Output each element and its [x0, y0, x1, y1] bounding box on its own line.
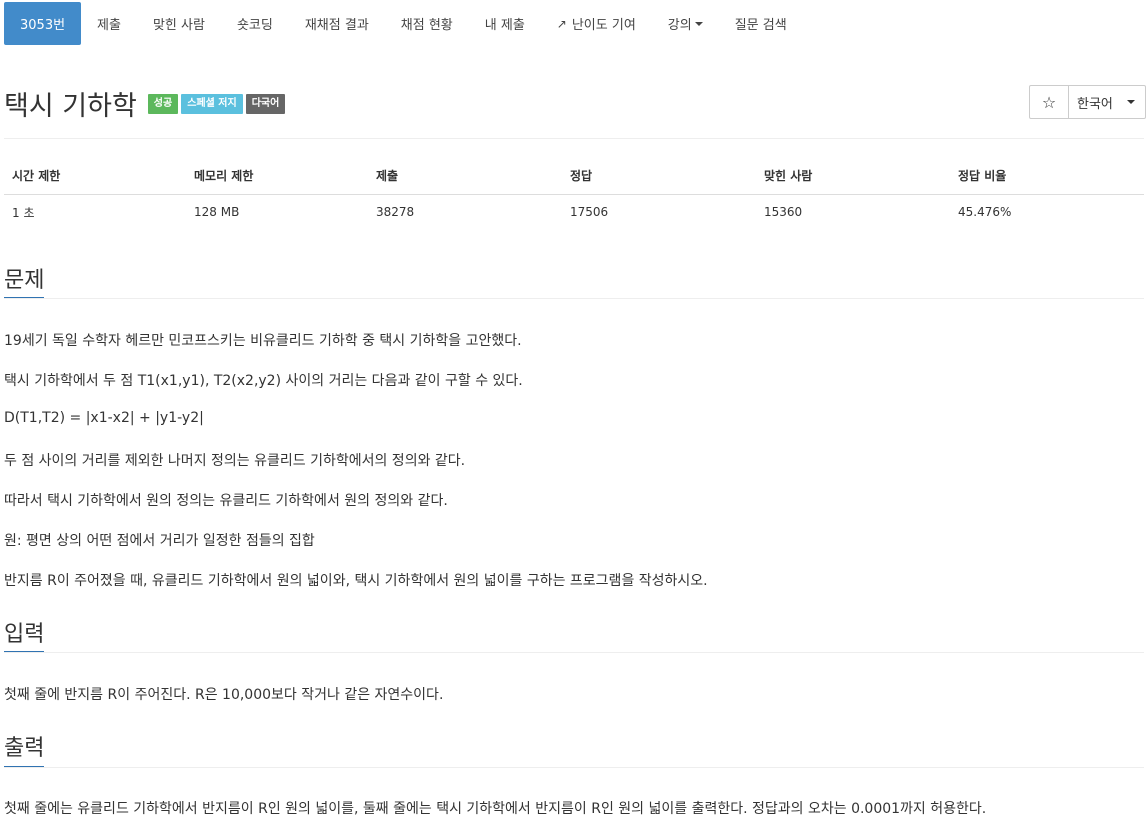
problem-paragraph: 따라서 택시 기하학에서 원의 정의는 유클리드 기하학에서 원의 정의와 같다… — [4, 493, 448, 509]
header-memory-limit: 메모리 제한 — [186, 158, 368, 195]
external-link-icon: ↗ — [556, 16, 567, 31]
tab-submit[interactable]: 제출 — [81, 2, 137, 45]
tab-question-search[interactable]: 질문 검색 — [719, 2, 803, 45]
input-paragraph: 첫째 줄에 반지름 R이 주어진다. R은 10,000보다 작거나 같은 자연… — [4, 687, 444, 703]
output-section-heading: 출력 — [4, 736, 45, 761]
solvers-value: 15360 — [764, 205, 803, 220]
problem-section-heading: 문제 — [4, 268, 45, 293]
output-paragraph: 첫째 줄에는 유클리드 기하학에서 반지름이 R인 원의 넓이를, 둘째 줄에는… — [4, 801, 987, 817]
header-solvers: 맞힌 사람 — [756, 158, 950, 195]
problem-paragraph: 19세기 독일 수학자 헤르만 민코프스키는 비유클리드 기하학 중 택시 기하… — [4, 333, 522, 349]
tab-my-submissions[interactable]: 내 제출 — [469, 2, 541, 45]
success-badge: 성공 — [147, 93, 179, 114]
header-accepted: 정답 — [562, 158, 756, 195]
language-label: 한국어 — [1077, 96, 1113, 112]
header-submissions: 제출 — [368, 158, 562, 195]
tab-solvers[interactable]: 맞힌 사람 — [137, 2, 221, 45]
tab-lectures-dropdown[interactable]: 강의 — [652, 2, 719, 45]
memory-limit-value: 128 MB — [194, 205, 240, 220]
table-header-row: 시간 제한 메모리 제한 제출 정답 맞힌 사람 정답 비율 — [4, 158, 1144, 195]
special-judge-badge: 스페셜 저지 — [181, 93, 243, 114]
tab-difficulty-label: 난이도 기여 — [571, 18, 636, 33]
tab-problem-number[interactable]: 3053번 — [4, 2, 82, 45]
tab-judge-status[interactable]: 채점 현황 — [385, 2, 469, 45]
multilang-badge[interactable]: 다국어 — [245, 93, 286, 114]
tab-short-coding[interactable]: 숏코딩 — [221, 2, 289, 45]
divider — [4, 652, 1144, 653]
caret-down-icon — [694, 21, 703, 26]
tab-lectures-label: 강의 — [667, 18, 692, 33]
table-row: 1 초 128 MB 38278 17506 15360 45.476% — [4, 194, 1144, 230]
tab-rejudge-results[interactable]: 재채점 결과 — [289, 2, 385, 45]
tab-difficulty-contribution[interactable]: ↗ 난이도 기여 — [541, 2, 652, 45]
caret-down-icon — [1127, 100, 1135, 104]
star-button[interactable]: ☆ — [1030, 86, 1069, 118]
accept-ratio-value: 45.476% — [958, 205, 1012, 220]
problem-paragraph: 두 점 사이의 거리를 제외한 나머지 정의는 유클리드 기하학에서의 정의와 … — [4, 453, 466, 469]
problem-actions: ☆ 한국어 — [1029, 85, 1146, 119]
problem-paragraph: 원: 평면 상의 어떤 점에서 거리가 일정한 점들의 집합 — [4, 533, 315, 549]
star-icon: ☆ — [1041, 92, 1057, 112]
problem-nav-tabs: 3053번 제출 맞힌 사람 숏코딩 재채점 결과 채점 현황 내 제출 ↗ 난… — [4, 2, 803, 45]
divider — [4, 767, 1144, 768]
divider — [4, 298, 1144, 299]
language-select[interactable]: 한국어 — [1069, 86, 1145, 118]
header-accept-ratio: 정답 비율 — [950, 158, 1144, 195]
submissions-value: 38278 — [376, 205, 415, 220]
problem-info-table: 시간 제한 메모리 제한 제출 정답 맞힌 사람 정답 비율 1 초 128 M… — [4, 158, 1144, 230]
time-limit-value: 1 초 — [12, 205, 35, 220]
problem-formula: D(T1,T2) = |x1-x2| + |y1-y2| — [4, 410, 204, 426]
problem-title-row: 택시 기하학 성공 스페셜 저지 다국어 — [4, 84, 286, 123]
divider — [4, 138, 1144, 139]
header-time-limit: 시간 제한 — [4, 158, 186, 195]
problem-paragraph: 반지름 R이 주어졌을 때, 유클리드 기하학에서 원의 넓이와, 택시 기하학… — [4, 573, 708, 589]
problem-paragraph: 택시 기하학에서 두 점 T1(x1,y1), T2(x2,y2) 사이의 거리… — [4, 373, 523, 389]
input-section-heading: 입력 — [4, 622, 45, 647]
problem-title: 택시 기하학 — [4, 91, 137, 122]
accepted-value: 17506 — [570, 205, 609, 220]
